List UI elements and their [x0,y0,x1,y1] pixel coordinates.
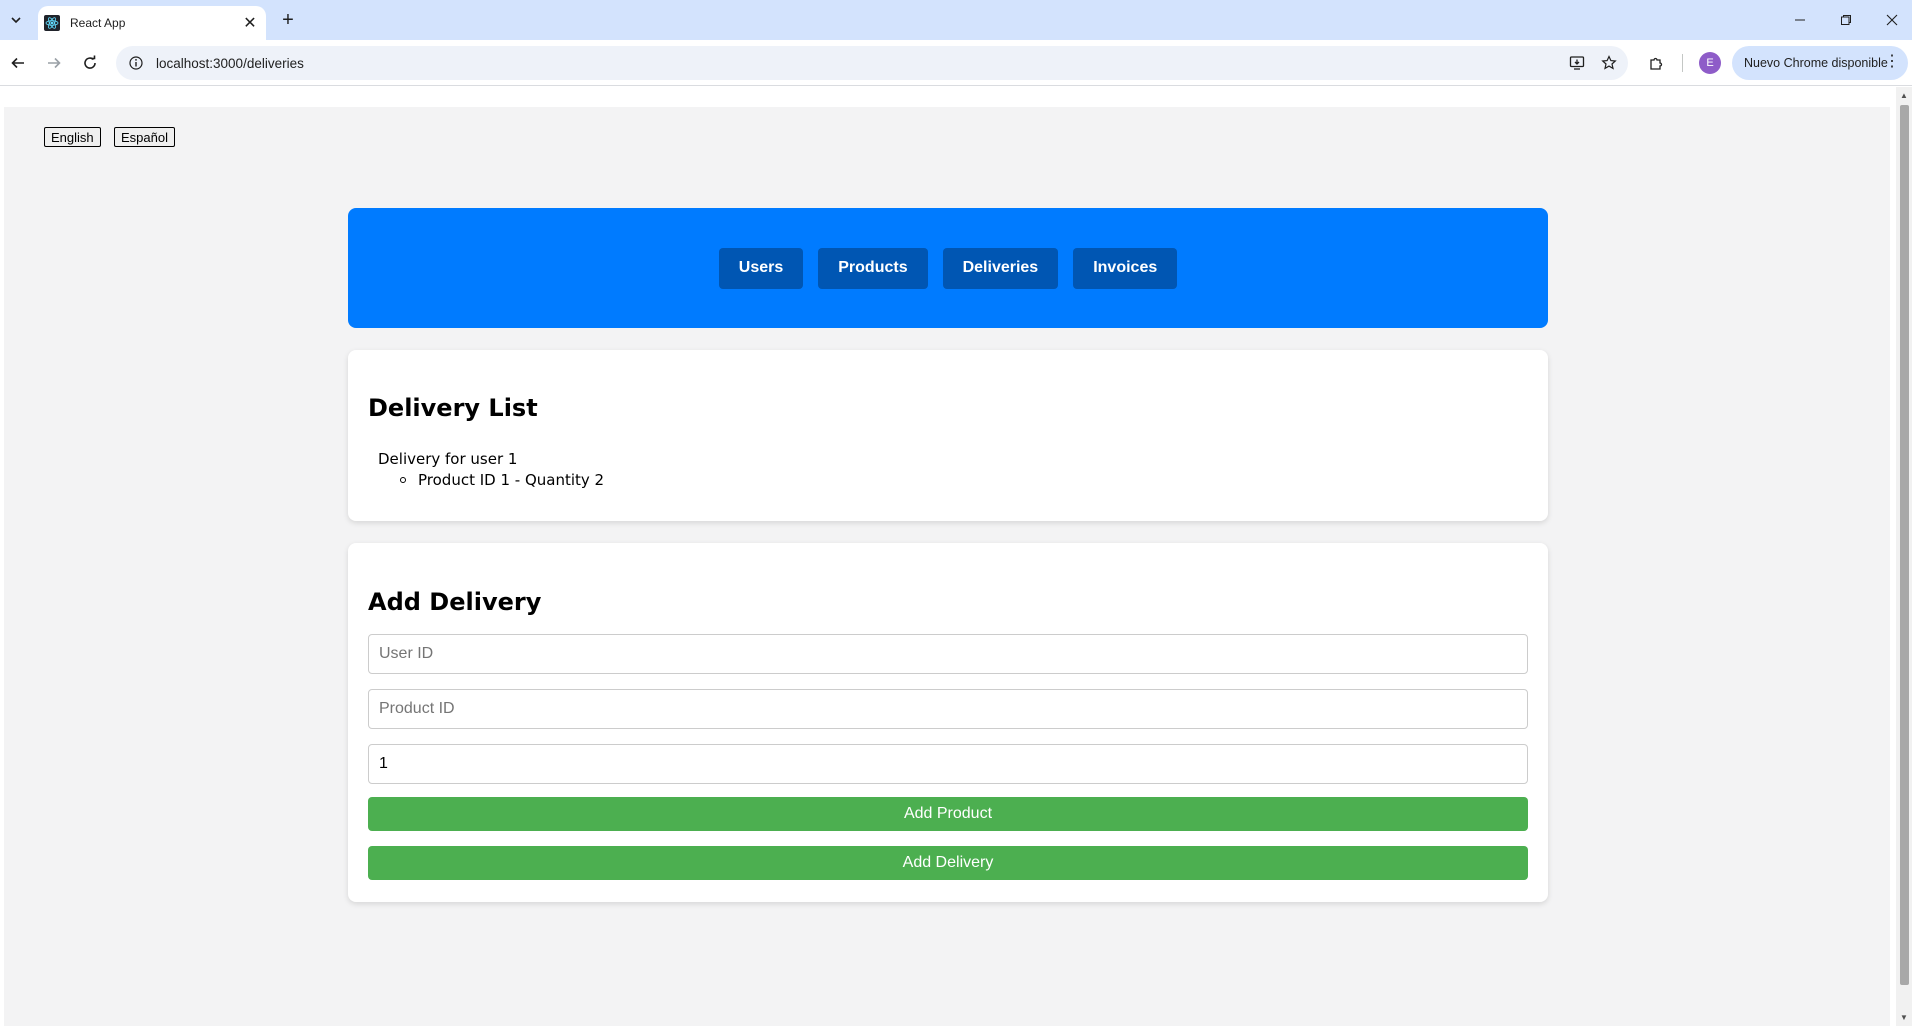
tab-search-button[interactable] [4,8,28,32]
add-delivery-heading: Add Delivery [368,588,542,616]
extensions-puzzle-icon[interactable] [1642,49,1670,77]
toolbar-divider [1682,54,1683,72]
forward-arrow-icon[interactable] [40,49,68,77]
add-product-button[interactable]: Add Product [368,797,1528,831]
nav-products[interactable]: Products [818,247,928,289]
more-menu-icon[interactable]: ⋮ [1884,53,1900,71]
main-navbar: Users Products Deliveries Invoices [348,208,1548,328]
url-text[interactable]: localhost:3000/deliveries [156,56,1564,71]
reload-icon[interactable] [76,49,104,77]
close-window-icon[interactable] [1869,6,1912,34]
delivery-product-item: Product ID 1 - Quantity 2 [418,471,605,489]
page-viewport: English Español Users Products Deliverie… [0,87,1912,1026]
scroll-down-icon[interactable]: ▼ [1899,1012,1909,1022]
new-tab-icon[interactable]: + [276,8,300,32]
scroll-up-icon[interactable]: ▲ [1899,90,1909,100]
update-label: Nuevo Chrome disponible [1744,56,1888,70]
profile-avatar[interactable]: E [1699,52,1721,74]
delivery-item: Delivery for user 1 [378,450,518,468]
add-delivery-button[interactable]: Add Delivery [368,846,1528,880]
close-tab-icon[interactable]: ✕ [240,13,260,33]
browser-tab-strip: React App ✕ + [0,0,1912,40]
nav-users[interactable]: Users [718,247,804,289]
product-id-input[interactable] [368,689,1528,729]
site-info-icon[interactable] [126,53,146,73]
language-english-button[interactable]: English [44,127,101,147]
back-arrow-icon[interactable] [4,49,32,77]
minimize-window-icon[interactable] [1777,6,1823,34]
address-bar[interactable]: localhost:3000/deliveries [116,46,1628,80]
restore-window-icon[interactable] [1823,6,1869,34]
chevron-down-icon [11,17,21,24]
bookmark-star-icon[interactable] [1596,50,1622,76]
react-logo-icon [44,15,60,31]
user-id-input[interactable] [368,634,1528,674]
nav-deliveries[interactable]: Deliveries [942,247,1059,289]
install-app-icon[interactable] [1564,50,1590,76]
scrollbar-thumb[interactable] [1900,105,1909,985]
app-root: English Español Users Products Deliverie… [4,107,1890,1026]
language-spanish-button[interactable]: Español [114,127,175,147]
tab-title: React App [70,16,126,30]
delivery-list-card: Delivery List Delivery for user 1 Produc… [348,350,1548,521]
browser-toolbar: localhost:3000/deliveries E Nuevo Chrome… [0,40,1912,86]
chrome-update-button[interactable]: Nuevo Chrome disponible ⋮ [1732,46,1908,80]
add-delivery-card: Add Delivery Add Product Add Delivery [348,543,1548,902]
browser-tab-active[interactable]: React App ✕ [38,6,266,40]
delivery-list-heading: Delivery List [368,394,538,422]
nav-invoices[interactable]: Invoices [1073,247,1178,289]
quantity-input[interactable] [368,744,1528,784]
vertical-scrollbar[interactable]: ▲ ▼ [1896,87,1912,1026]
list-bullet [400,477,406,483]
